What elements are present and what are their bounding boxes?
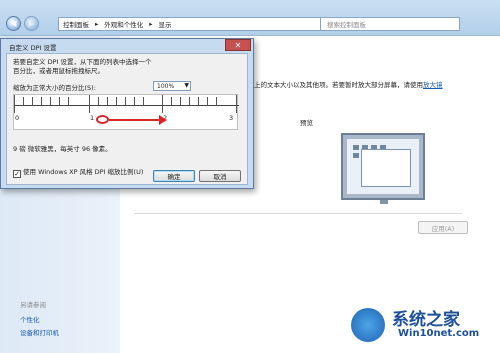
- ruler-tick: [32, 97, 33, 105]
- ruler-major-tick: [162, 95, 163, 113]
- ruler-major-tick: [14, 95, 15, 113]
- annotation-circle: [96, 115, 109, 124]
- ruler-tick: [50, 97, 51, 105]
- ruler-baseline: [14, 105, 239, 106]
- scale-value: 100%: [157, 82, 175, 90]
- ruler-tick: [23, 97, 24, 105]
- display-description: 上的文本大小以及其他项。若要暂时放大部分屏幕，请使用放大镜: [254, 79, 443, 89]
- ruler-number: 0: [15, 114, 20, 122]
- ruler-tick: [143, 97, 144, 105]
- ruler-tick: [198, 97, 199, 105]
- breadcrumb-separator: ▸: [95, 20, 99, 28]
- ruler-tick: [125, 97, 126, 105]
- ruler-tick: [171, 97, 172, 105]
- monitor-stand: [380, 200, 388, 204]
- ruler-tick: [59, 97, 60, 105]
- watermark-site: Win10net.com: [398, 328, 480, 339]
- devices-printers-link[interactable]: 设备和打印机: [20, 327, 59, 337]
- monitor-screen: [347, 139, 419, 194]
- preview-window: [361, 149, 411, 187]
- scale-label: 缩放为正常大小的百分比(S):: [13, 84, 96, 92]
- xp-scaling-checkbox[interactable]: ✓: [13, 170, 21, 178]
- apply-button[interactable]: 应用(A): [418, 221, 468, 234]
- breadcrumb-item[interactable]: 外观和个性化: [104, 19, 143, 29]
- ruler-major-tick: [89, 95, 90, 113]
- watermark-logo: [351, 308, 385, 342]
- explorer-titlebar: ◀ ▶ 控制面板 ▸ 外观和个性化 ▸ 显示 搜索控制面板: [0, 0, 500, 36]
- breadcrumb-item[interactable]: 显示: [159, 19, 172, 29]
- ruler-tick: [116, 97, 117, 105]
- magnifier-link[interactable]: 放大镜: [423, 81, 443, 89]
- ruler-major-tick: [236, 95, 237, 113]
- xp-scaling-label[interactable]: 使用 Windows XP 风格 DPI 缩放比例(U): [23, 168, 151, 176]
- dialog-body: 若要自定义 DPI 设置，从下面的列表中选择一个百分比，或者用鼠标拖拽标尺。 缩…: [6, 53, 248, 185]
- dialog-title: 自定义 DPI 设置: [9, 44, 57, 52]
- personalization-link[interactable]: 个性化: [20, 314, 40, 324]
- custom-dpi-dialog: 自定义 DPI 设置 ✕ 若要自定义 DPI 设置，从下面的列表中选择一个百分比…: [0, 38, 254, 189]
- ruler-tick: [207, 97, 208, 105]
- dialog-instructions: 若要自定义 DPI 设置，从下面的列表中选择一个百分比，或者用鼠标拖拽标尺。: [13, 58, 152, 75]
- ruler-number: 3: [229, 114, 234, 122]
- cancel-button[interactable]: 取消: [199, 170, 241, 182]
- preview-label: 预览: [300, 119, 313, 127]
- ok-button[interactable]: 确定: [153, 170, 195, 182]
- see-also-heading: 另请参阅: [20, 301, 46, 309]
- sample-text: 9 磅 微软雅黑，每英寸 96 像素。: [13, 145, 112, 153]
- ruler-tick: [134, 97, 135, 105]
- breadcrumb-item[interactable]: 控制面板: [63, 19, 89, 29]
- dpi-ruler[interactable]: 0 1 2 3: [13, 94, 239, 130]
- ruler-number: 1: [90, 114, 95, 122]
- ruler-tick: [98, 97, 99, 105]
- ruler-tick: [41, 97, 42, 105]
- description-text: 上的文本大小以及其他项。若要暂时放大部分屏幕，请使用: [254, 81, 423, 89]
- search-placeholder: 搜索控制面板: [327, 21, 366, 29]
- search-input[interactable]: 搜索控制面板: [320, 17, 460, 31]
- scale-percentage-select[interactable]: 100% ▼: [153, 81, 191, 91]
- chevron-down-icon[interactable]: ▼: [184, 82, 189, 89]
- back-button[interactable]: ◀: [6, 16, 21, 31]
- ruler-tick: [68, 97, 69, 105]
- monitor-preview-icon: [341, 133, 425, 200]
- ruler-tick: [189, 97, 190, 105]
- section-divider: [134, 213, 462, 214]
- ruler-tick: [180, 97, 181, 105]
- ruler-tick: [216, 97, 217, 105]
- annotation-arrow-line: [109, 119, 161, 121]
- close-icon[interactable]: ✕: [225, 39, 251, 51]
- watermark-brand: 系统之家: [392, 310, 460, 330]
- forward-button[interactable]: ▶: [24, 16, 39, 31]
- breadcrumb-separator: ▸: [149, 20, 153, 28]
- ruler-tick: [107, 97, 108, 105]
- annotation-arrow-head: [159, 115, 167, 125]
